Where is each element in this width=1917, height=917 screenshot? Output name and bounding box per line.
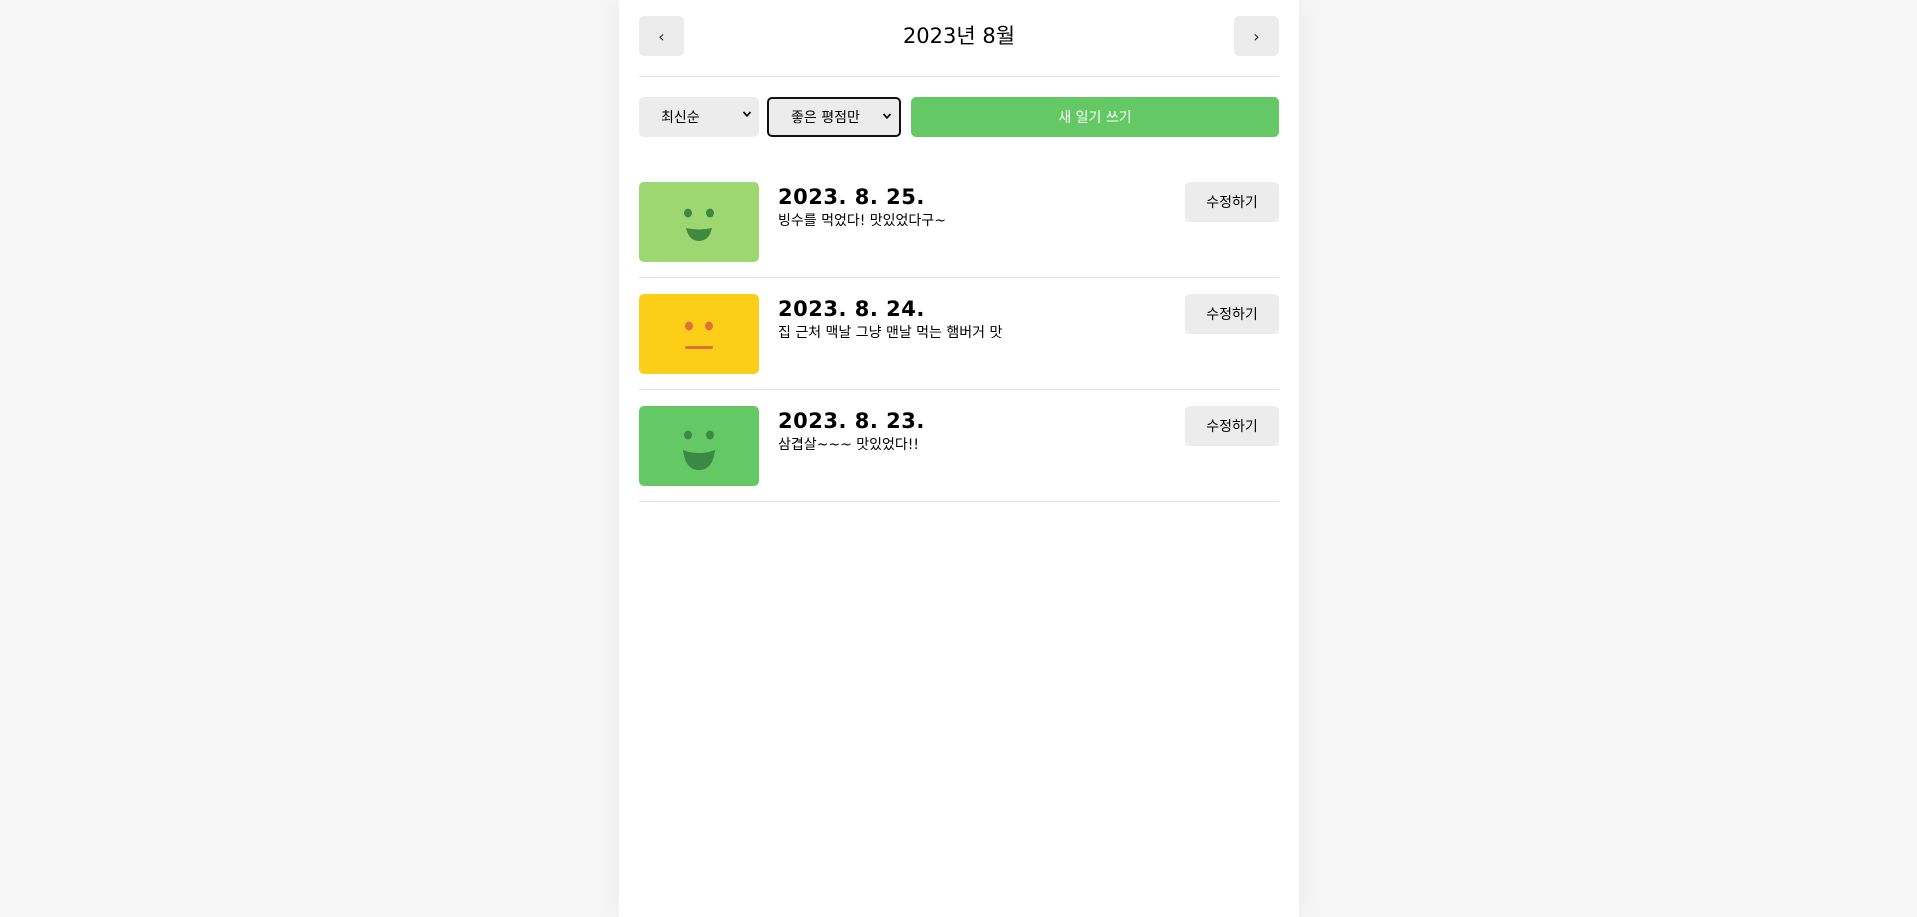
big-smile-face-icon	[683, 430, 715, 470]
diary-list: 2023. 8. 25. 빙수를 먹었다! 맛있었다구~ 수정하기 2023. …	[639, 166, 1279, 502]
emotion-thumbnail[interactable]	[639, 182, 759, 262]
chevron-down-icon	[882, 111, 892, 124]
diary-content: 집 근처 맥날 그냥 맨날 먹는 햄버거 맛	[778, 325, 1003, 341]
next-month-button[interactable]: ›	[1234, 16, 1279, 56]
diary-info[interactable]: 2023. 8. 23. 삼겹살~~~ 맛있었다!!	[778, 408, 925, 454]
diary-app: ‹ 2023년 8월 › 최신순 좋은 평점만 새 일기 쓰기 2023. 8.…	[619, 0, 1299, 917]
diary-date: 2023. 8. 24.	[778, 297, 925, 321]
diary-date: 2023. 8. 23.	[778, 409, 925, 433]
sort-select-value: 최신순	[661, 110, 700, 126]
sort-select[interactable]: 최신순	[639, 97, 759, 137]
diary-item: 2023. 8. 25. 빙수를 먹었다! 맛있었다구~ 수정하기	[639, 166, 1279, 278]
list-controls: 최신순 좋은 평점만 새 일기 쓰기	[639, 97, 1279, 137]
smile-face-icon	[684, 208, 714, 241]
diary-date: 2023. 8. 25.	[778, 185, 925, 209]
diary-info[interactable]: 2023. 8. 24. 집 근처 맥날 그냥 맨날 먹는 햄버거 맛	[778, 296, 1002, 342]
edit-button[interactable]: 수정하기	[1185, 294, 1279, 334]
neutral-face-icon	[685, 321, 713, 349]
new-diary-button[interactable]: 새 일기 쓰기	[911, 97, 1279, 137]
diary-info[interactable]: 2023. 8. 25. 빙수를 먹었다! 맛있었다구~	[778, 184, 946, 230]
diary-content: 빙수를 먹었다! 맛있었다구~	[778, 213, 946, 229]
diary-content: 삼겹살~~~ 맛있었다!!	[778, 437, 920, 453]
prev-month-button[interactable]: ‹	[639, 16, 684, 56]
filter-select[interactable]: 좋은 평점만	[767, 97, 901, 137]
header-divider	[639, 76, 1279, 77]
diary-item: 2023. 8. 23. 삼겹살~~~ 맛있었다!! 수정하기	[639, 390, 1279, 502]
chevron-down-icon	[742, 109, 752, 122]
emotion-thumbnail[interactable]	[639, 406, 759, 486]
diary-item: 2023. 8. 24. 집 근처 맥날 그냥 맨날 먹는 햄버거 맛 수정하기	[639, 278, 1279, 390]
edit-button[interactable]: 수정하기	[1185, 406, 1279, 446]
filter-select-value: 좋은 평점만	[791, 110, 860, 126]
emotion-thumbnail[interactable]	[639, 294, 759, 374]
month-title: 2023년 8월	[902, 24, 1016, 48]
month-header: ‹ 2023년 8월 ›	[639, 16, 1279, 56]
edit-button[interactable]: 수정하기	[1185, 182, 1279, 222]
